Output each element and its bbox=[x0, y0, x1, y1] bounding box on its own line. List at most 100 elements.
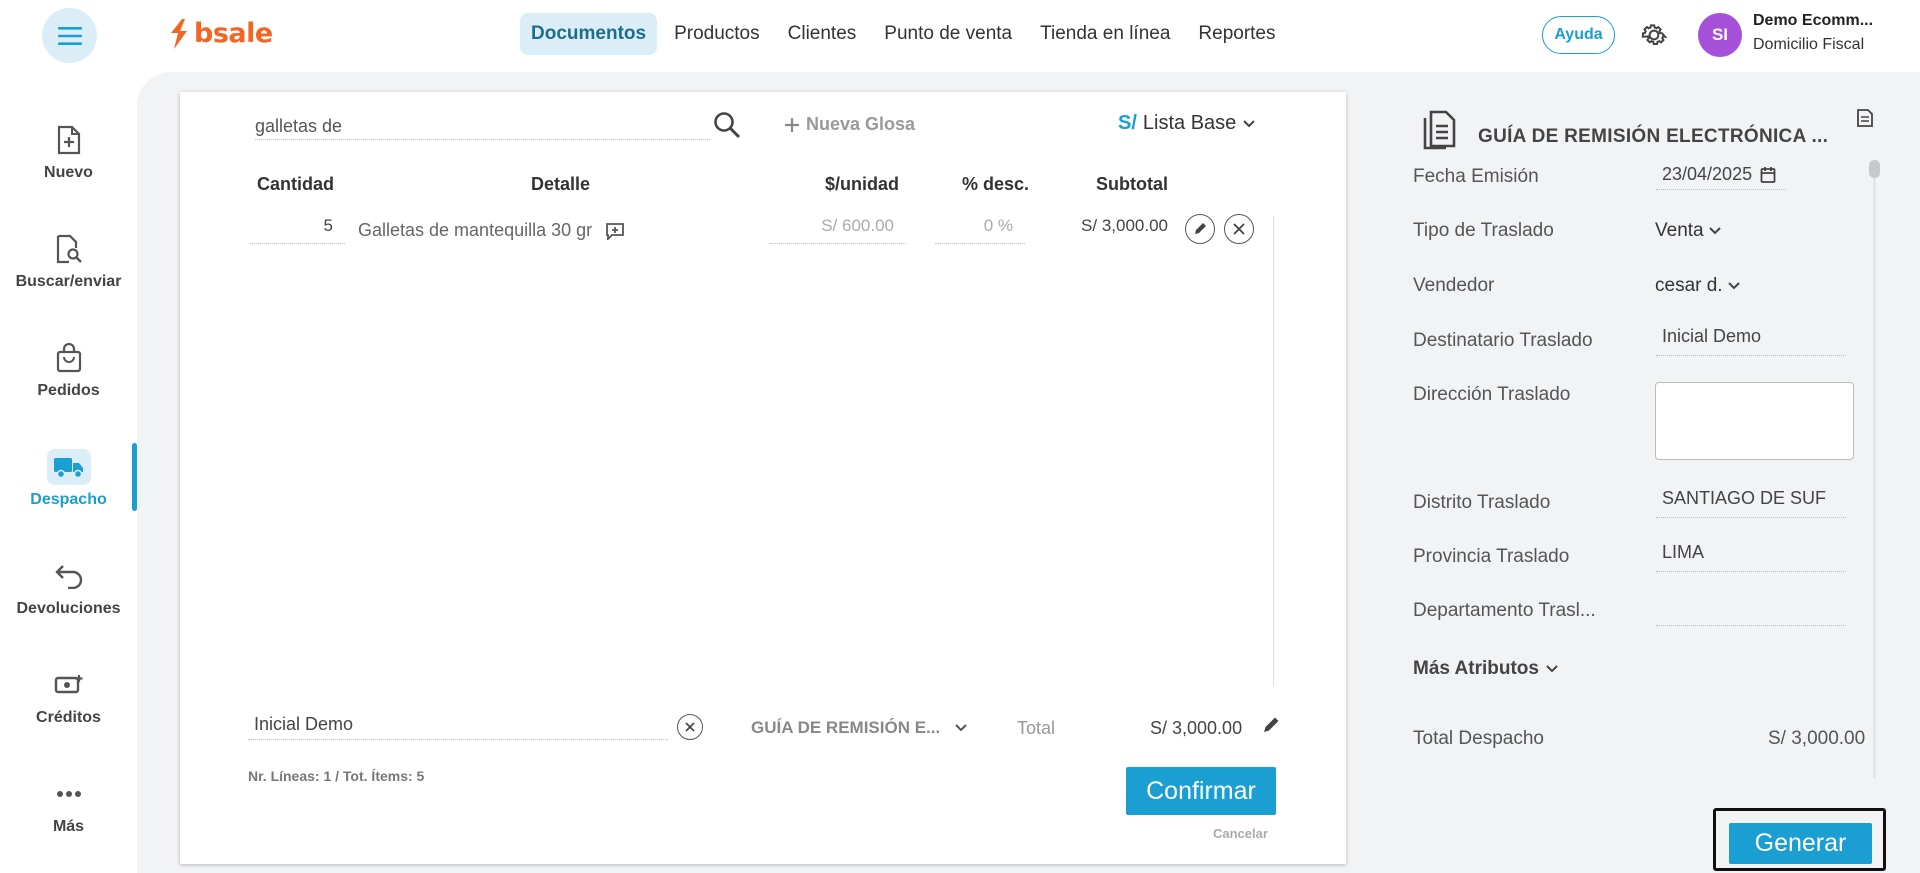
confirm-button[interactable]: Confirmar bbox=[1126, 767, 1276, 815]
dispatch-panel: GUÍA DE REMISIÓN ELECTRÓNICA ... Fecha E… bbox=[1380, 92, 1890, 873]
label-departamento: Departamento Trasl... bbox=[1413, 600, 1596, 621]
sidebar-item-mas[interactable]: Más bbox=[0, 736, 137, 836]
label-tipo-traslado: Tipo de Traslado bbox=[1413, 220, 1554, 241]
direccion-textarea[interactable] bbox=[1655, 382, 1854, 460]
cancel-link[interactable]: Cancelar bbox=[1213, 826, 1268, 841]
label-distrito: Distrito Traslado bbox=[1413, 492, 1551, 513]
item-detail-text: Galletas de mantequilla 30 gr bbox=[358, 220, 593, 240]
help-button[interactable]: Ayuda bbox=[1542, 16, 1615, 54]
menu-icon bbox=[57, 26, 82, 45]
label-destinatario: Destinatario Traslado bbox=[1413, 330, 1593, 351]
discount-input[interactable]: 0 % bbox=[935, 216, 1025, 244]
provincia-input[interactable]: LIMA bbox=[1656, 542, 1846, 572]
user-name[interactable]: Demo Ecomm... bbox=[1753, 12, 1873, 30]
destinatario-input[interactable]: Inicial Demo bbox=[1656, 326, 1846, 356]
chevron-down-icon bbox=[1727, 282, 1740, 290]
row-subtotal: S/ 3,000.00 bbox=[1081, 216, 1168, 235]
vendedor-select[interactable]: cesar d. bbox=[1655, 275, 1741, 297]
notes-icon[interactable] bbox=[1856, 108, 1874, 133]
panel-scroll-thumb[interactable] bbox=[1869, 160, 1880, 178]
total-despacho-value: S/ 3,000.00 bbox=[1768, 728, 1866, 749]
sidebar-label: Devoluciones bbox=[16, 600, 121, 617]
nav-documentos[interactable]: Documentos bbox=[520, 13, 658, 55]
tipo-traslado-select[interactable]: Venta bbox=[1655, 220, 1722, 242]
document-type-select[interactable]: GUÍA DE REMISIÓN E... bbox=[751, 718, 968, 738]
distrito-input[interactable]: SANTIAGO DE SUF bbox=[1656, 488, 1846, 518]
nav-punto-de-venta[interactable]: Punto de venta bbox=[873, 13, 1023, 55]
sidebar: Nuevo Buscar/enviar Pedidos Despacho Dev… bbox=[0, 72, 137, 873]
nav-productos[interactable]: Productos bbox=[663, 13, 771, 55]
sidebar-label: Pedidos bbox=[37, 382, 100, 399]
product-search-input[interactable]: galletas de bbox=[255, 110, 710, 140]
sidebar-label: Créditos bbox=[36, 709, 101, 726]
sidebar-item-creditos[interactable]: Créditos bbox=[0, 627, 137, 727]
total-despacho-label: Total Despacho bbox=[1413, 728, 1544, 749]
cash-plus-icon bbox=[47, 667, 91, 703]
col-cantidad: Cantidad bbox=[257, 174, 335, 194]
document-icon bbox=[1422, 110, 1456, 155]
document-card: galletas de Nueva Glosa S/ Lista Base Ca… bbox=[180, 92, 1346, 864]
sidebar-item-buscar[interactable]: Buscar/enviar bbox=[0, 191, 137, 291]
file-plus-icon bbox=[47, 122, 91, 158]
clear-client-button[interactable] bbox=[677, 714, 703, 740]
quantity-input[interactable]: 5 bbox=[250, 216, 345, 244]
total-value: S/ 3,000.00 bbox=[1150, 718, 1243, 738]
truck-icon bbox=[46, 449, 91, 485]
fecha-emision-value: 23/04/2025 bbox=[1662, 164, 1753, 184]
shopping-bag-icon bbox=[47, 340, 91, 376]
sidebar-label: Despacho bbox=[30, 491, 107, 508]
sidebar-label: Más bbox=[52, 818, 85, 835]
vendedor-value: cesar d. bbox=[1655, 275, 1723, 296]
pencil-icon bbox=[1195, 223, 1206, 234]
fecha-emision-input[interactable]: 23/04/2025 bbox=[1656, 160, 1786, 190]
close-icon bbox=[1233, 223, 1245, 235]
user-branch: Domicilio Fiscal bbox=[1753, 36, 1865, 53]
sidebar-item-despacho[interactable]: Despacho bbox=[0, 409, 137, 509]
bsale-logo[interactable]: bsale bbox=[168, 18, 273, 49]
more-attributes-toggle[interactable]: Más Atributos bbox=[1413, 658, 1559, 680]
sidebar-label: Buscar/enviar bbox=[15, 273, 122, 290]
file-search-icon bbox=[47, 231, 91, 267]
new-gloss-label: Nueva Glosa bbox=[806, 114, 916, 134]
chevron-down-icon bbox=[1708, 227, 1721, 235]
chevron-down-icon bbox=[955, 724, 967, 732]
col-discount: % desc. bbox=[962, 174, 1030, 194]
edit-row-button[interactable] bbox=[1185, 214, 1215, 244]
settings-gear-icon[interactable] bbox=[1639, 20, 1669, 55]
document-type-value: GUÍA DE REMISIÓN E... bbox=[751, 718, 941, 737]
sidebar-label: Nuevo bbox=[44, 164, 93, 181]
add-comment-icon[interactable] bbox=[605, 222, 625, 242]
nav-clientes[interactable]: Clientes bbox=[777, 13, 868, 55]
brand-name: bsale bbox=[194, 18, 273, 49]
sidebar-item-nuevo[interactable]: Nuevo bbox=[0, 82, 137, 182]
unit-price-input[interactable]: S/ 600.00 bbox=[770, 216, 906, 244]
tipo-traslado-value: Venta bbox=[1655, 220, 1704, 241]
total-label: Total bbox=[1017, 718, 1056, 738]
chevron-down-icon bbox=[1546, 665, 1558, 673]
hamburger-menu-button[interactable] bbox=[42, 8, 97, 63]
chevron-down-icon bbox=[1243, 119, 1256, 127]
remove-row-button[interactable] bbox=[1224, 214, 1254, 244]
price-list-label: Lista Base bbox=[1142, 112, 1237, 134]
nav-reportes[interactable]: Reportes bbox=[1187, 13, 1286, 55]
price-list-selector[interactable]: S/ Lista Base bbox=[1118, 112, 1256, 135]
edit-total-icon[interactable] bbox=[1262, 716, 1280, 739]
sidebar-item-devoluciones[interactable]: Devoluciones bbox=[0, 518, 137, 618]
calendar-icon bbox=[1760, 166, 1776, 183]
departamento-input[interactable] bbox=[1656, 596, 1846, 626]
col-detalle: Detalle bbox=[531, 174, 591, 194]
nav-tienda-en-linea[interactable]: Tienda en línea bbox=[1029, 13, 1181, 55]
lines-info: Nr. Líneas: 1 / Tot. Ítems: 5 bbox=[248, 768, 425, 784]
client-input[interactable]: Inicial Demo bbox=[248, 710, 668, 740]
return-arrow-icon bbox=[47, 558, 91, 594]
search-icon[interactable] bbox=[712, 110, 742, 145]
item-detail: Galletas de mantequilla 30 gr bbox=[358, 220, 625, 242]
sidebar-item-pedidos[interactable]: Pedidos bbox=[0, 300, 137, 400]
generate-button[interactable]: Generar bbox=[1729, 823, 1872, 864]
bolt-logo-icon bbox=[171, 18, 187, 49]
panel-scrollbar[interactable] bbox=[1873, 160, 1876, 778]
label-fecha-emision: Fecha Emisión bbox=[1413, 166, 1539, 187]
user-avatar[interactable]: SI bbox=[1698, 13, 1742, 57]
more-attributes-label: Más Atributos bbox=[1413, 658, 1539, 679]
new-gloss-button[interactable]: Nueva Glosa bbox=[784, 114, 915, 135]
